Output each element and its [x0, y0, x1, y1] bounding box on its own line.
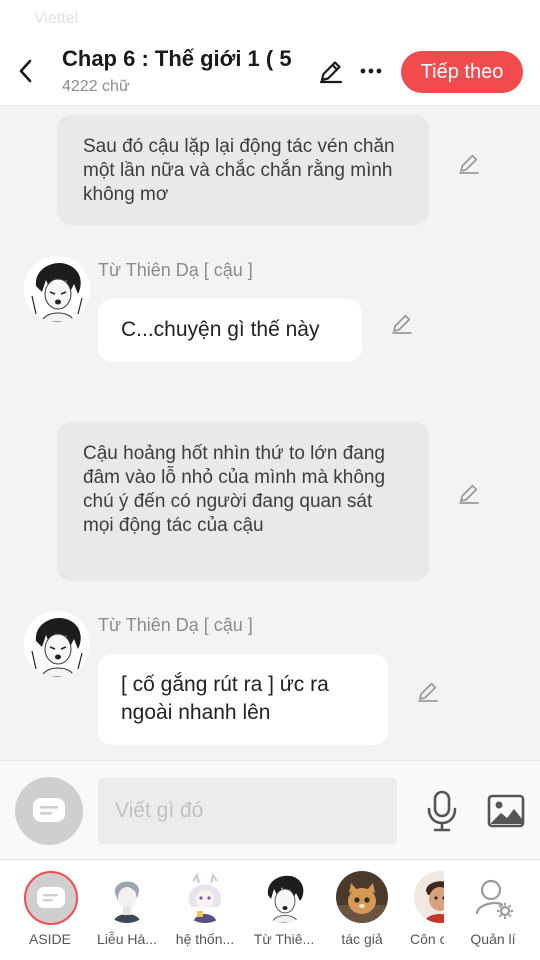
microphone-icon: [427, 790, 457, 832]
character-label: Liễu Hà...: [97, 931, 157, 947]
dialogue-bubble[interactable]: [ cố gắng rút ra ] ức ra ngoài nhanh lên: [98, 654, 388, 745]
message-input-bar: [0, 760, 540, 860]
pencil-icon: [418, 682, 438, 702]
edit-message-button[interactable]: [456, 150, 482, 176]
manage-characters-button[interactable]: Quản lí: [460, 869, 526, 957]
more-horizontal-icon: [360, 68, 382, 74]
chapter-title[interactable]: Chap 6 : Thế giới 1 ( 5: [62, 46, 307, 72]
voice-input-button[interactable]: [424, 789, 460, 833]
chat-story-editor-screen: Viettel Chap 6 : Thế giới 1 ( 5 4222 chữ…: [0, 0, 540, 960]
header: Chap 6 : Thế giới 1 ( 5 4222 chữ Tiếp th…: [0, 40, 540, 106]
character-label: Côn c: [410, 931, 444, 947]
character-label: tác giả: [341, 931, 383, 947]
edit-title-button[interactable]: [316, 56, 346, 86]
chat-bubble-icon: [37, 887, 65, 908]
avatar-illustration: [258, 871, 310, 923]
character-avatar: [414, 871, 444, 923]
avatar-illustration: [336, 871, 388, 923]
aside-avatar: [24, 871, 78, 925]
character-avatar: [336, 871, 388, 923]
chat-area[interactable]: Sau đó cậu lặp lại động tác vén chăn một…: [0, 106, 540, 760]
edit-message-button[interactable]: [389, 310, 415, 336]
character-avatar: [179, 871, 231, 923]
character-item[interactable]: Liễu Hà...: [91, 869, 163, 957]
message-type-button[interactable]: [15, 777, 83, 845]
image-icon: [487, 794, 525, 828]
status-bar: Viettel: [0, 0, 540, 40]
message-input[interactable]: [98, 778, 397, 844]
chevron-left-icon: [19, 59, 32, 83]
character-item[interactable]: hệ thốn...: [169, 869, 241, 957]
character-label: ASIDE: [28, 931, 71, 947]
chat-bubble-icon: [33, 798, 65, 822]
pencil-icon: [459, 154, 479, 174]
speaker-name: Từ Thiên Dạ [ cậu ]: [98, 615, 253, 635]
user-settings-icon: [475, 879, 513, 919]
dialogue-bubble[interactable]: C...chuyện gì thế này: [98, 299, 362, 362]
character-selector-bar: ASIDE Liễu Hà... hệ thốn... Từ Thiê... t: [0, 861, 540, 960]
insert-image-button[interactable]: [486, 791, 526, 831]
pencil-icon: [459, 484, 479, 504]
carrier-label: Viettel: [34, 10, 79, 27]
character-item[interactable]: Từ Thiê...: [248, 869, 320, 957]
pencil-icon: [319, 61, 343, 84]
character-item[interactable]: tác giả: [326, 869, 398, 957]
more-options-button[interactable]: [356, 56, 386, 86]
next-chapter-button[interactable]: Tiếp theo: [401, 51, 523, 93]
avatar-illustration: [24, 611, 90, 677]
character-avatar: [258, 871, 310, 923]
avatar-illustration: [101, 871, 153, 923]
speaker-name: Từ Thiên Dạ [ cậu ]: [98, 260, 253, 280]
edit-message-button[interactable]: [415, 678, 441, 704]
narration-bubble[interactable]: Sau đó cậu lặp lại động tác vén chăn một…: [57, 115, 429, 225]
character-avatar[interactable]: [24, 256, 90, 322]
character-item[interactable]: Côn c: [404, 869, 444, 957]
word-count: 4222 chữ: [62, 78, 130, 95]
avatar-illustration: [24, 256, 90, 322]
character-label: hệ thốn...: [175, 931, 235, 947]
narration-bubble[interactable]: Cậu hoảng hốt nhìn thứ to lớn đang đâm v…: [57, 422, 429, 581]
back-button[interactable]: [10, 54, 40, 88]
avatar-illustration: [414, 871, 444, 923]
manage-label: Quản lí: [470, 931, 516, 947]
pencil-icon: [392, 314, 412, 334]
avatar-illustration: [179, 871, 231, 923]
character-label: Từ Thiê...: [253, 931, 315, 947]
character-avatar: [101, 871, 153, 923]
character-avatar[interactable]: [24, 611, 90, 677]
edit-message-button[interactable]: [456, 480, 482, 506]
character-aside[interactable]: ASIDE: [14, 869, 86, 957]
